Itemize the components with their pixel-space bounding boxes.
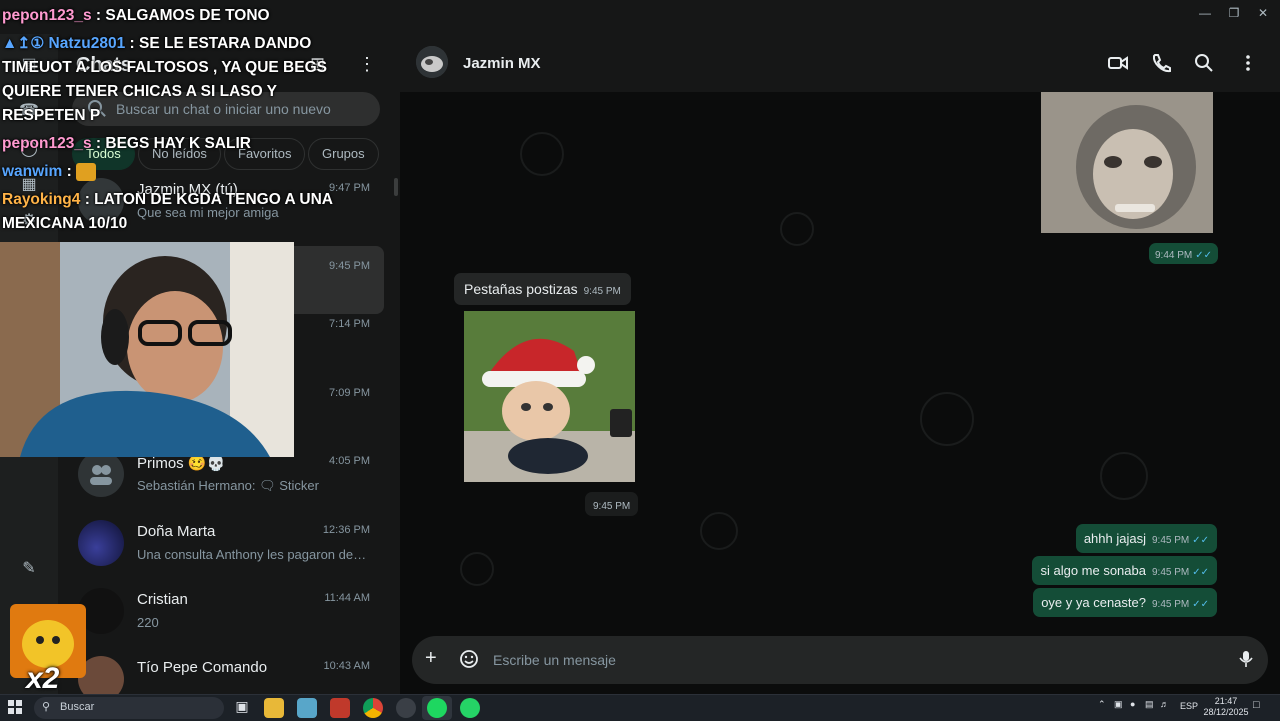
windows-start-icon[interactable] [8,700,22,714]
file-explorer-icon[interactable] [264,698,284,718]
volume-icon[interactable]: ♬ [1160,699,1169,709]
chat-time: 7:09 PM [329,387,370,399]
stream-chat-message: pepon123_s : BEGS HAY K SALIR [2,135,251,152]
stream-chat-message: pepon123_s : SALGAMOS DE TONO [2,7,270,24]
whatsapp-icon[interactable] [460,698,480,718]
avatar [78,520,124,566]
outgoing-message[interactable]: si algo me sonaba 9:45 PM ✓✓ [1032,556,1217,585]
emote-combo-overlay: x2 [8,600,88,695]
contact-name[interactable]: Jazmin MX [463,55,541,72]
chat-time: 10:43 AM [323,660,370,672]
stream-chat-message: wanwim : [2,160,342,184]
tray-chevron-icon[interactable]: ⌃ [1098,699,1106,710]
sticker-timestamp: 9:45 PM [585,492,639,516]
taskbar-search[interactable]: ⚲ Buscar [34,697,224,719]
stream-chat-message: Rayoking4 : LATON DE KGDA TENGO A UNA ME… [2,191,333,232]
chrome-icon[interactable] [363,698,383,718]
chat-name: Doña Marta [137,523,216,540]
menu-icon[interactable] [1237,52,1259,74]
outgoing-message[interactable]: oye y ya cenaste? 9:45 PM ✓✓ [1033,588,1217,617]
stream-chat-message: ▲↥① Natzu2801 : SE LE ESTARA DANDO TIMEU… [2,35,327,124]
search-icon[interactable] [1193,52,1215,74]
app-icon[interactable] [330,698,350,718]
microphone-tray-icon[interactable]: ● [1130,699,1135,709]
chat-time: 11:44 AM [324,592,370,604]
outgoing-image-message[interactable] [1041,92,1213,233]
chat-time: 7:14 PM [329,318,370,330]
badge-icons: ▲↥① [2,35,45,52]
chat-preview: Una consulta Anthony les pagaron del ... [137,547,367,562]
image-timestamp: 9:44 PM ✓✓ [1149,243,1219,264]
group-avatar-icon [78,451,124,497]
chat-time: 12:36 PM [322,524,370,536]
chat-list-scrollbar[interactable] [394,178,398,196]
clock-time[interactable]: 21:47 [1206,696,1246,706]
voice-call-icon[interactable] [1150,52,1172,74]
message-composer[interactable]: + Escribe un mensaje [412,636,1268,684]
chat-row-tio-pepe[interactable]: Tío Pepe Comando 10:43 AM [58,646,400,694]
video-call-icon[interactable] [1107,52,1129,74]
language-indicator[interactable]: ESP [1180,701,1198,711]
maximize-icon[interactable]: ❐ [1225,6,1243,20]
task-view-icon[interactable]: ▣ [232,698,252,718]
chat-preview: Sebastián Hermano: 🗨 Sticker [137,478,319,493]
outgoing-message[interactable]: ahhh jajasj 9:45 PM ✓✓ [1075,524,1217,553]
message-area: 9:44 PM ✓✓ Pestañas postizas 9:45 PM 9:45 … [400,92,1280,694]
chat-preview: 220 [137,615,159,630]
meta-ai-icon[interactable]: ✎ [19,558,39,578]
incoming-message[interactable]: Pestañas postizas 9:45 PM [454,273,631,305]
notepad-icon[interactable] [297,698,317,718]
tray-app-icon[interactable]: ▣ [1114,699,1123,710]
obs-icon[interactable] [396,698,416,718]
network-icon[interactable]: ▤ [1145,699,1154,710]
composer-placeholder: Escribe un mensaje [493,652,616,668]
notifications-icon[interactable]: □ [1253,699,1260,711]
spotify-active-slot[interactable] [422,696,452,720]
incoming-sticker[interactable] [464,311,635,482]
emote-icon [76,162,97,181]
chat-time: 4:05 PM [329,455,370,467]
conversation-header: Jazmin MX [400,34,1280,93]
attach-icon[interactable]: + [425,647,437,670]
search-icon: ⚲ [42,701,51,713]
contact-avatar[interactable] [416,46,448,78]
menu-icon[interactable]: ⋮ [358,54,376,75]
combo-badge: x2 [26,662,60,695]
webcam-overlay [0,242,294,457]
taskbar-search-label: Buscar [60,701,95,713]
minimize-icon[interactable]: — [1196,6,1214,20]
chat-time: 9:45 PM [329,260,370,272]
sticker-icon[interactable] [459,649,479,675]
clock-date[interactable]: 28/12/2025 [1199,707,1253,717]
stream-chat-overlay: pepon123_s : SALGAMOS DE TONO ▲↥① Natzu2… [2,4,342,236]
taskbar: ⚲ Buscar ▣ ⌃ ▣ ● ▤ ♬ ESP 21:47 28/12/202… [0,694,1280,721]
close-icon[interactable]: ✕ [1254,6,1272,20]
chat-row-dona-marta[interactable]: Doña Marta 12:36 PM Una consulta Anthony… [58,510,400,578]
spotify-icon [427,698,447,718]
microphone-icon[interactable] [1236,649,1256,675]
chat-name: Cristian [137,591,188,608]
chat-row-cristian[interactable]: Cristian 11:44 AM 220 [58,578,400,646]
chat-name: Tío Pepe Comando [137,659,268,676]
